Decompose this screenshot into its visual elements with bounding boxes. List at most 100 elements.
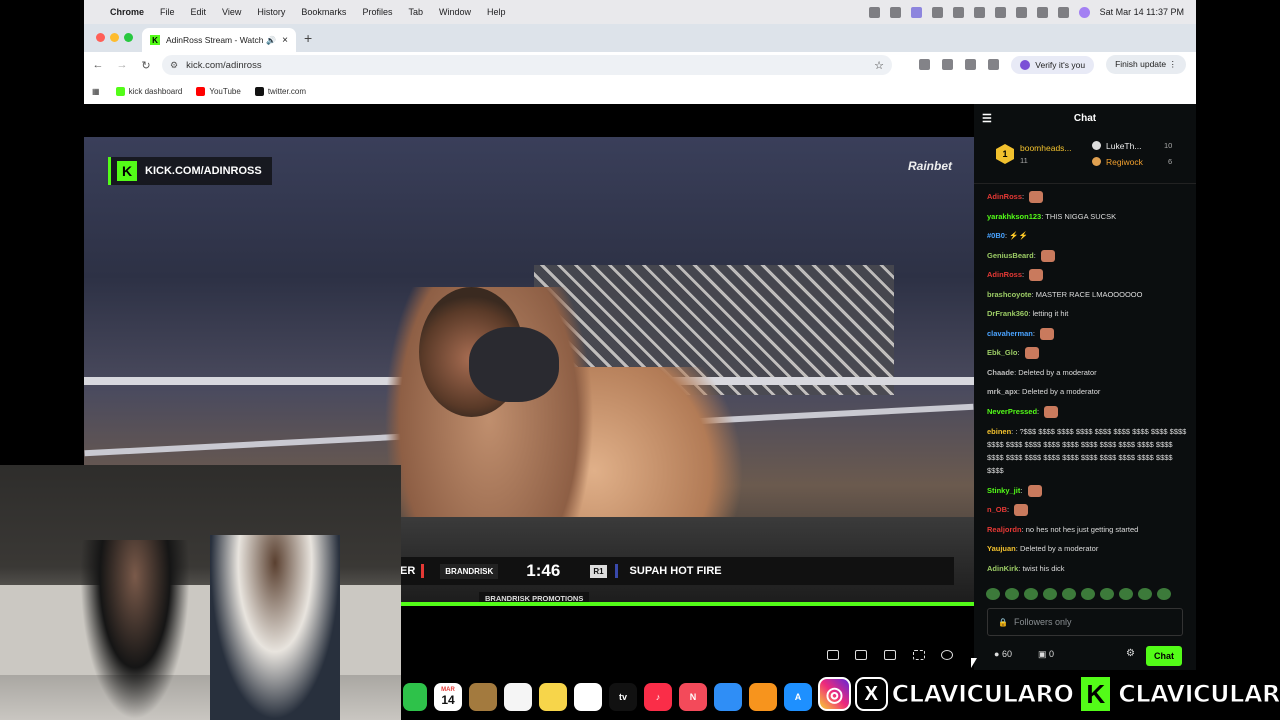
site-info-icon[interactable]: ⚙ xyxy=(170,60,178,71)
chat-username[interactable]: Stinky_jit xyxy=(987,486,1020,495)
wifi-icon[interactable] xyxy=(1015,6,1027,18)
notes-icon[interactable] xyxy=(539,683,567,711)
chat-username[interactable]: GeniusBeard xyxy=(987,251,1034,260)
media-icon[interactable] xyxy=(988,59,1000,70)
channel-points[interactable]: ● 60 xyxy=(994,649,1012,659)
menu-help[interactable]: Help xyxy=(487,7,506,17)
new-tab-button[interactable]: + xyxy=(304,30,312,46)
emote-icon[interactable] xyxy=(1100,588,1114,600)
reload-button[interactable]: ↻ xyxy=(134,59,158,72)
menu-tab[interactable]: Tab xyxy=(408,7,423,17)
reminders-icon[interactable] xyxy=(504,683,532,711)
facetime-icon[interactable] xyxy=(403,683,427,711)
notes-brown-icon[interactable] xyxy=(469,683,497,711)
speaker-icon[interactable]: 🔊 xyxy=(266,36,276,45)
control-center-icon[interactable] xyxy=(1057,6,1069,18)
chat-message[interactable]: clavaherman: xyxy=(987,327,1187,341)
emote-icon[interactable] xyxy=(986,588,1000,600)
chat-message[interactable]: Yaujuan: Deleted by a moderator xyxy=(987,542,1187,555)
gift-counter[interactable]: ▣ 0 xyxy=(1038,649,1054,660)
verify-button[interactable]: Verify it's you xyxy=(1011,55,1095,74)
chat-message[interactable]: brashcoyote: MASTER RACE LMAOOOOOO xyxy=(987,288,1187,301)
chat-message[interactable]: #0B0: ⚡⚡ xyxy=(987,229,1187,242)
chat-username[interactable]: mrk_apx xyxy=(987,387,1018,396)
forward-button[interactable]: → xyxy=(110,59,134,71)
keynote-icon[interactable] xyxy=(714,683,742,711)
theater-mode-icon[interactable] xyxy=(884,650,896,660)
menu-file[interactable]: File xyxy=(160,7,175,17)
chat-username[interactable]: brashcoyote xyxy=(987,290,1032,299)
chat-username[interactable]: n_OB xyxy=(987,505,1007,514)
chat-message[interactable]: AdinRoss: xyxy=(987,190,1187,204)
menu-window[interactable]: Window xyxy=(439,7,471,17)
chat-username[interactable]: AdinRoss xyxy=(987,192,1022,201)
chat-username[interactable]: yarakhkson123 xyxy=(987,212,1041,221)
emote-icon[interactable] xyxy=(1138,588,1152,600)
menubar-clock[interactable]: Sat Mar 14 11:37 PM xyxy=(1100,7,1184,17)
search-icon[interactable] xyxy=(1036,6,1048,18)
chat-username[interactable]: Yaujuan xyxy=(987,544,1016,553)
moon-icon[interactable] xyxy=(889,6,901,18)
chat-username[interactable]: clavaherman xyxy=(987,329,1033,338)
siri-icon[interactable] xyxy=(1078,6,1090,18)
emote-icon[interactable] xyxy=(1081,588,1095,600)
chat-message[interactable]: AdinKirk: twist his dick xyxy=(987,562,1187,575)
mute-icon[interactable] xyxy=(931,6,943,18)
chat-username[interactable]: #0B0 xyxy=(987,231,1005,240)
leader-username[interactable]: boomheads... xyxy=(1020,143,1072,153)
emote-icon[interactable] xyxy=(1024,588,1038,600)
news-icon[interactable]: N xyxy=(679,683,707,711)
apple-tv-icon[interactable]: tv xyxy=(609,683,637,711)
pages-icon[interactable] xyxy=(749,683,777,711)
chat-message[interactable]: yarakhkson123: THIS NIGGA SUCSK xyxy=(987,210,1187,223)
chat-message[interactable]: AdinRoss: xyxy=(987,268,1187,282)
chat-username[interactable]: ebinen xyxy=(987,427,1011,436)
status-icon[interactable] xyxy=(868,6,880,18)
chat-message[interactable]: Realjordn: no hes not hes just getting s… xyxy=(987,523,1187,536)
volume-icon[interactable] xyxy=(952,6,964,18)
menu-bookmarks[interactable]: Bookmarks xyxy=(301,7,346,17)
chat-message[interactable]: GeniusBeard: xyxy=(987,249,1187,263)
bookmark-youtube[interactable]: YouTube xyxy=(196,86,241,96)
send-chat-button[interactable]: Chat xyxy=(1146,646,1182,666)
emote-icon[interactable] xyxy=(1043,588,1057,600)
emote-icon[interactable] xyxy=(1005,588,1019,600)
chat-message[interactable]: mrk_apx: Deleted by a moderator xyxy=(987,385,1187,398)
back-button[interactable]: ← xyxy=(86,59,110,71)
calendar-icon[interactable]: MAR 14 xyxy=(434,683,462,711)
chat-message[interactable]: DrFrank360: letting it hit xyxy=(987,307,1187,320)
menu-edit[interactable]: Edit xyxy=(191,7,207,17)
emote-icon[interactable] xyxy=(1119,588,1133,600)
chat-username[interactable]: Realjordn xyxy=(987,525,1022,534)
cast-icon[interactable] xyxy=(942,59,954,70)
chat-message[interactable]: Ebk_Glo: xyxy=(987,346,1187,360)
chat-username[interactable]: AdinRoss xyxy=(987,270,1022,279)
chat-username[interactable]: DrFrank360 xyxy=(987,309,1028,318)
chat-message[interactable]: n_OB: xyxy=(987,503,1187,517)
screen-mirror-icon[interactable] xyxy=(910,6,922,18)
chat-username[interactable]: NeverPressed xyxy=(987,407,1037,416)
zoom-window-button[interactable] xyxy=(124,33,133,42)
menu-profiles[interactable]: Profiles xyxy=(362,7,392,17)
leader-username[interactable]: Regiwock xyxy=(1106,157,1143,167)
close-tab-icon[interactable]: × xyxy=(282,35,288,46)
bookmark-kick-dashboard[interactable]: kick dashboard xyxy=(115,86,182,96)
active-tab[interactable]: K AdinRoss Stream - Watch 🔊 × xyxy=(142,28,296,52)
chat-input[interactable]: 🔒 Followers only xyxy=(987,608,1183,636)
freeform-icon[interactable] xyxy=(574,683,602,711)
music-icon[interactable]: ♪ xyxy=(644,683,672,711)
fullscreen-icon[interactable] xyxy=(913,650,925,660)
emote-icon[interactable] xyxy=(1062,588,1076,600)
chat-settings-icon[interactable]: ⚙ xyxy=(1126,648,1135,659)
finish-update-button[interactable]: Finish update ⋮ xyxy=(1106,55,1186,74)
address-bar[interactable]: ⚙ kick.com/adinross ☆ xyxy=(162,55,892,75)
menu-app-name[interactable]: Chrome xyxy=(110,7,144,17)
battery-icon[interactable] xyxy=(994,6,1006,18)
url-text[interactable]: kick.com/adinross xyxy=(186,60,262,71)
sync-icon[interactable] xyxy=(965,59,977,70)
chat-message[interactable]: ebinen: : ?$$$ $$$$ $$$$ $$$$ $$$$ $$$$ … xyxy=(987,425,1187,477)
bookmark-star-icon[interactable]: ☆ xyxy=(874,59,884,72)
chat-messages[interactable]: AdinRoss: yarakhkson123: THIS NIGGA SUCS… xyxy=(974,190,1196,580)
settings-gear-icon[interactable] xyxy=(941,650,953,660)
menu-view[interactable]: View xyxy=(222,7,241,17)
